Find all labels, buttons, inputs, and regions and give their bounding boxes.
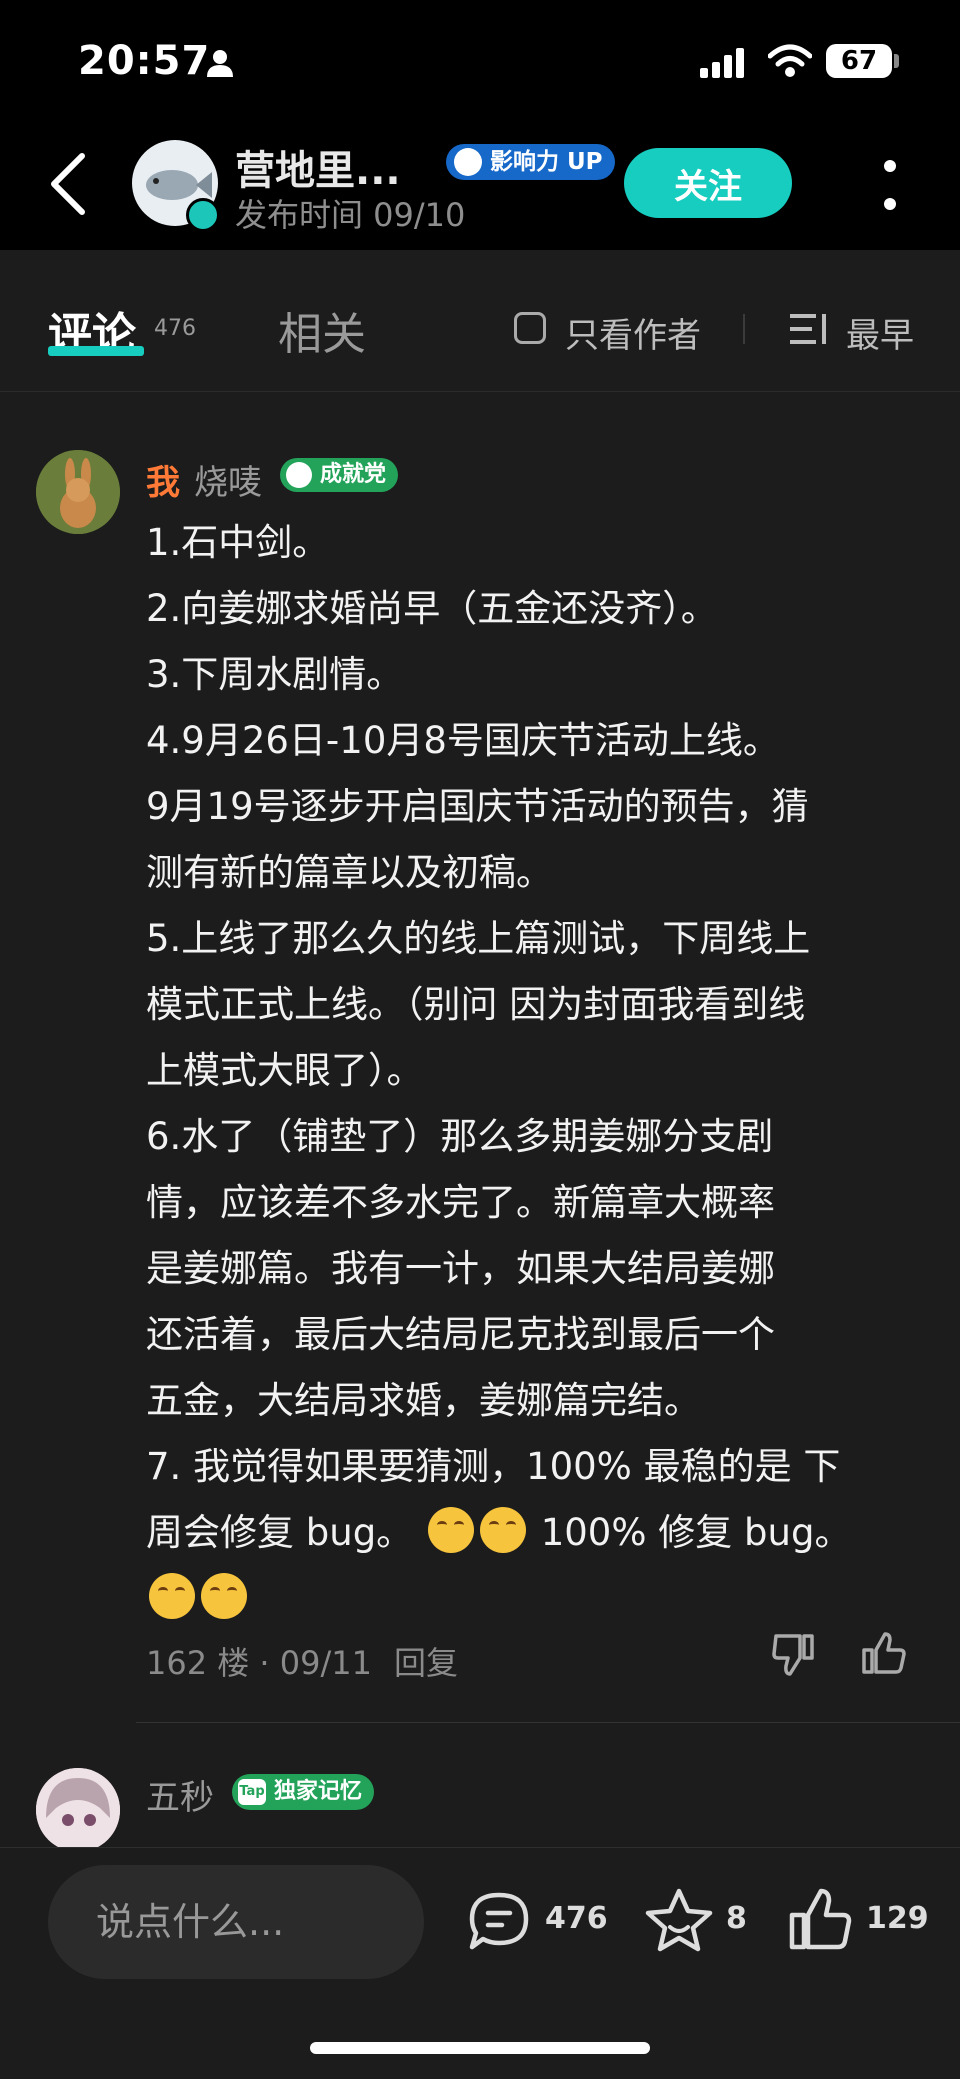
- trophy-icon: [286, 462, 312, 488]
- comment-input[interactable]: 说点什么...: [48, 1865, 424, 1979]
- comment-line-with-emoji: 周会修复 bug。 100% 修复 bug。: [146, 1500, 916, 1566]
- comment-meta: 162 楼 · 09/11: [146, 1644, 372, 1682]
- verified-icon: [186, 198, 220, 232]
- commenter-name[interactable]: 五秒: [146, 1770, 214, 1819]
- comment-tabs: 评论 476 相关 只看作者 最早: [0, 250, 960, 392]
- signal-icon: [700, 48, 744, 78]
- battery-icon: 67: [826, 44, 892, 78]
- status-time: 20:57: [78, 38, 211, 84]
- comment-line: 9月19号逐步开启国庆节活动的预告，猜: [146, 785, 809, 828]
- back-icon[interactable]: [46, 150, 90, 218]
- thumbs-up-icon[interactable]: [858, 1630, 906, 1678]
- thumbs-up-icon[interactable]: [786, 1887, 854, 1953]
- sort-icon[interactable]: [790, 312, 830, 346]
- comment-list: 我 烧唛 成就党 1.石中剑。 2.向姜娜求婚尚早（五金还没齐）。 3.下周水剧…: [0, 392, 960, 1847]
- active-tab-indicator: [48, 346, 144, 356]
- comment-line: 3.下周水剧情。: [146, 653, 404, 696]
- comment-body: 1.石中剑。 2.向姜娜求婚尚早（五金还没齐）。 3.下周水剧情。 4.9月26…: [146, 510, 916, 1632]
- achievement-badge-label: 成就党: [320, 462, 387, 487]
- comment-icon[interactable]: [466, 1891, 532, 1951]
- comment-count: 476: [545, 1901, 608, 1936]
- comment-line: 是姜娜篇。我有一计，如果大结局姜娜: [146, 1247, 775, 1290]
- star-icon[interactable]: [644, 1887, 714, 1953]
- rabbit-icon: [36, 450, 120, 534]
- comment-line: 还活着，最后大结局尼克找到最后一个: [146, 1313, 775, 1356]
- commenter-name[interactable]: 烧唛: [194, 455, 262, 504]
- emoji-line: [146, 1566, 916, 1632]
- wifi-icon: [768, 44, 812, 77]
- author-name[interactable]: 营地里...: [235, 138, 401, 196]
- comment-divider: [136, 1722, 960, 1723]
- like-count: 129: [866, 1901, 929, 1936]
- comment-line: 1.石中剑。: [146, 521, 330, 564]
- comment-line: 2.向姜娜求婚尚早（五金还没齐）。: [146, 587, 718, 630]
- tab-separator: [743, 314, 745, 344]
- influence-badge-label: 影响力 UP: [490, 149, 603, 175]
- battery-nub: [894, 54, 899, 68]
- influence-badge-icon: [454, 148, 482, 176]
- comment-text: 100% 修复 bug。: [540, 1511, 852, 1554]
- commenter-avatar[interactable]: [36, 450, 120, 534]
- follow-button[interactable]: 关注: [624, 148, 792, 218]
- influence-badge: 影响力 UP: [446, 144, 615, 180]
- thumbs-down-icon[interactable]: [770, 1630, 818, 1678]
- status-bar: 20:57 67: [0, 0, 960, 120]
- bottom-bar: 说点什么... 476 8 129: [0, 1847, 960, 2079]
- author-only-label[interactable]: 只看作者: [565, 308, 701, 357]
- comment-line: 7. 我觉得如果要猜测，100% 最稳的是 下: [146, 1445, 841, 1488]
- comment-line: 5.上线了那么久的线上篇测试，下周线上: [146, 917, 811, 960]
- anime-avatar-icon: [36, 1768, 120, 1847]
- reply-button[interactable]: 回复: [394, 1638, 458, 1684]
- smirk-emoji-icon: [201, 1573, 247, 1619]
- bottom-divider: [0, 1847, 960, 1848]
- smirk-emoji-icon: [427, 1507, 474, 1553]
- me-label: 我: [146, 463, 180, 503]
- star-count: 8: [726, 1901, 747, 1936]
- smirk-emoji-icon: [479, 1507, 526, 1553]
- home-indicator: [310, 2042, 650, 2054]
- comment-line: 6.水了（铺垫了）那么多期姜娜分支剧: [146, 1115, 774, 1158]
- achievement-badge: 成就党: [280, 458, 399, 492]
- smirk-emoji-icon: [149, 1573, 195, 1619]
- comment-line: 上模式大眼了）。: [146, 1049, 424, 1092]
- comment-line: 测有新的篇章以及初稿。: [146, 851, 553, 894]
- author-only-checkbox[interactable]: [514, 312, 546, 344]
- comments-count: 476: [154, 316, 196, 341]
- post-time: 发布时间 09/10: [235, 196, 466, 234]
- tap-badge-icon: Tap: [238, 1779, 266, 1805]
- commenter-avatar[interactable]: [36, 1768, 120, 1847]
- more-icon[interactable]: [880, 160, 900, 210]
- tab-related[interactable]: 相关: [278, 298, 366, 362]
- comment-text: 周会修复 bug。: [146, 1511, 414, 1554]
- comment-line: 情，应该差不多水完了。新篇章大概率: [146, 1181, 775, 1224]
- exclusive-memory-badge-label: 独家记忆: [274, 1779, 363, 1804]
- sort-label[interactable]: 最早: [846, 308, 914, 357]
- comment-line: 五金，大结局求婚，姜娜篇完结。: [146, 1379, 701, 1422]
- person-icon: [207, 50, 233, 77]
- comment-line: 4.9月26日-10月8号国庆节活动上线。: [146, 719, 780, 762]
- exclusive-memory-badge: Tap 独家记忆: [232, 1774, 375, 1810]
- comment-line: 模式正式上线。（别问 因为封面我看到线: [146, 983, 806, 1026]
- post-header: 营地里... 影响力 UP 发布时间 09/10 关注: [0, 120, 960, 250]
- battery-level: 67: [840, 46, 878, 76]
